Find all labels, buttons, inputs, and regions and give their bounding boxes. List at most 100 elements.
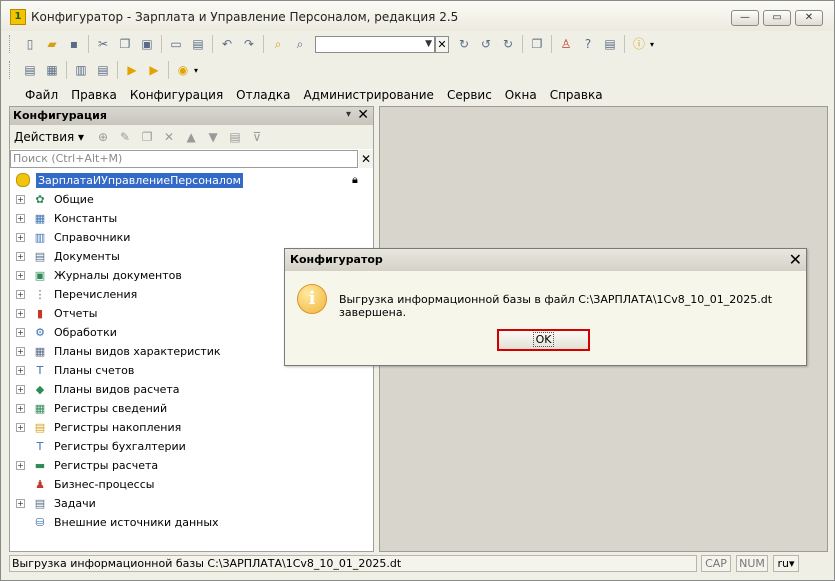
db-config-icon[interactable]: ▤ — [95, 62, 111, 78]
expand-icon[interactable]: + — [16, 271, 25, 280]
expand-icon[interactable]: + — [16, 499, 25, 508]
chevron-down-icon[interactable]: ▼ — [425, 37, 432, 52]
ok-button[interactable]: OK — [497, 329, 590, 351]
menu-file[interactable]: Файл — [25, 88, 58, 102]
tree-item[interactable]: + Т Планы счетов — [16, 361, 134, 380]
replace-icon[interactable]: ↻ — [500, 36, 516, 52]
sort-icon[interactable]: ▤ — [227, 129, 243, 145]
context-help-icon[interactable]: ? — [580, 36, 596, 52]
expand-icon[interactable]: + — [16, 233, 25, 242]
actions-menu-button[interactable]: Действия ▾ — [14, 130, 84, 144]
toolbar-grip-2[interactable] — [9, 61, 13, 79]
tree-item[interactable]: + ▦ Регистры сведений — [16, 399, 167, 418]
expand-icon[interactable]: + — [16, 290, 25, 299]
expand-icon[interactable]: + — [16, 252, 25, 261]
dialog-title: Конфигуратор — [290, 253, 383, 266]
start-debug-icon[interactable]: ▶ — [124, 62, 140, 78]
menu-configuration[interactable]: Конфигурация — [130, 88, 223, 102]
expand-icon[interactable]: + — [16, 328, 25, 337]
tree-item[interactable]: + ▣ Журналы документов — [16, 266, 182, 285]
update-db-icon[interactable]: ▥ — [73, 62, 89, 78]
new-file-icon[interactable]: ▯ — [22, 36, 38, 52]
save-icon[interactable]: ▪ — [66, 36, 82, 52]
panel-close-icon[interactable]: ✕ — [357, 107, 369, 123]
start-client-icon[interactable]: ▶ — [146, 62, 162, 78]
tree-item[interactable]: + ◆ Планы видов расчета — [16, 380, 180, 399]
panel-search-clear-icon[interactable]: ✕ — [359, 150, 373, 168]
copy-icon[interactable]: ❐ — [117, 36, 133, 52]
expand-icon[interactable]: + — [16, 366, 25, 375]
dialog-close-icon[interactable]: ✕ — [789, 250, 802, 269]
expand-icon[interactable]: + — [16, 461, 25, 470]
expand-icon[interactable]: + — [16, 385, 25, 394]
menu-service[interactable]: Сервис — [447, 88, 492, 102]
undo-icon[interactable]: ↶ — [219, 36, 235, 52]
toolbar-overflow-icon[interactable]: ▾ — [650, 40, 654, 49]
expand-icon[interactable]: + — [16, 195, 25, 204]
debug-menu-icon[interactable]: ◉ — [175, 62, 191, 78]
panel-actions-bar: Действия ▾ ⊕ ✎ ❐ ✕ ▲ ▼ ▤ ⊽ — [10, 125, 373, 149]
tree-item[interactable]: + ▤ Документы — [16, 247, 120, 266]
tree-item[interactable]: + ▤ Регистры накопления — [16, 418, 181, 437]
add-icon[interactable]: ⊕ — [95, 129, 111, 145]
tree-item[interactable]: Т Регистры бухгалтерии — [16, 437, 186, 456]
tree-item[interactable]: + ▦ Константы — [16, 209, 117, 228]
tree-item[interactable]: + ▦ Планы видов характеристик — [16, 342, 221, 361]
print-icon[interactable]: ▭ — [168, 36, 184, 52]
menu-help[interactable]: Справка — [550, 88, 603, 102]
tree-item[interactable]: + ▬ Регистры расчета — [16, 456, 158, 475]
clear-search-button[interactable]: ✕ — [435, 35, 449, 53]
find-prev-icon[interactable]: ↺ — [478, 36, 494, 52]
paste-icon[interactable]: ▣ — [139, 36, 155, 52]
windows-icon[interactable]: ❐ — [529, 36, 545, 52]
minimize-button[interactable]: — — [731, 10, 759, 26]
tree-item[interactable]: ⛁ Внешние источники данных — [16, 513, 218, 532]
tree-item[interactable]: + ✿ Общие — [16, 190, 94, 209]
expand-icon[interactable]: + — [16, 309, 25, 318]
panel-search-input[interactable]: Поиск (Ctrl+Alt+M) — [10, 150, 358, 168]
menu-administration[interactable]: Администрирование — [304, 88, 434, 102]
delete-icon[interactable]: ✕ — [161, 129, 177, 145]
syntax-helper-icon[interactable]: ▤ — [602, 36, 618, 52]
open-folder-icon[interactable]: ▰ — [44, 36, 60, 52]
tree-item[interactable]: ♟ Бизнес-процессы — [16, 475, 154, 494]
expand-icon[interactable]: + — [16, 347, 25, 356]
tree-item[interactable]: + ▮ Отчеты — [16, 304, 97, 323]
tree-item-label: Журналы документов — [54, 269, 182, 282]
redo-icon[interactable]: ↷ — [241, 36, 257, 52]
move-up-icon[interactable]: ▲ — [183, 129, 199, 145]
expand-icon[interactable]: + — [16, 404, 25, 413]
copy-item-icon[interactable]: ❐ — [139, 129, 155, 145]
pin-icon[interactable]: ▾ — [346, 109, 351, 120]
expand-icon[interactable]: + — [16, 214, 25, 223]
info-registers-icon: ▦ — [34, 401, 46, 415]
expand-icon[interactable]: + — [16, 423, 25, 432]
maximize-button[interactable]: ▭ — [763, 10, 791, 26]
search-combo-input[interactable]: ▼ — [315, 35, 435, 53]
menu-debug[interactable]: Отладка — [236, 88, 290, 102]
find-icon[interactable]: ⌕ — [270, 36, 286, 52]
tree-item[interactable]: + ⚙ Обработки — [16, 323, 117, 342]
find-in-files-icon[interactable]: ⌕ — [292, 36, 308, 52]
print-preview-icon[interactable]: ▤ — [190, 36, 206, 52]
move-down-icon[interactable]: ▼ — [205, 129, 221, 145]
tree-item[interactable]: + ⋮ Перечисления — [16, 285, 137, 304]
toolbar-grip[interactable] — [9, 35, 13, 53]
open-config-icon[interactable]: ▤ — [22, 62, 38, 78]
tree-root[interactable]: ЗарплатаИУправлениеПерсоналом — [16, 171, 243, 189]
language-indicator[interactable]: ru▾ — [773, 555, 799, 572]
compare-config-icon[interactable]: ▦ — [44, 62, 60, 78]
cut-icon[interactable]: ✂ — [95, 36, 111, 52]
processors-icon: ⚙ — [35, 325, 45, 339]
close-button[interactable]: ✕ — [795, 10, 823, 26]
tree-item[interactable]: + ▤ Задачи — [16, 494, 96, 513]
info-toolbar-icon[interactable]: ⓘ — [631, 36, 647, 52]
menu-edit[interactable]: Правка — [71, 88, 117, 102]
toolbar-overflow-icon-2[interactable]: ▾ — [194, 66, 198, 75]
assistant-icon[interactable]: ♙ — [558, 36, 574, 52]
menu-windows[interactable]: Окна — [505, 88, 537, 102]
tree-item[interactable]: + ▥ Справочники — [16, 228, 130, 247]
edit-icon[interactable]: ✎ — [117, 129, 133, 145]
find-next-icon[interactable]: ↻ — [456, 36, 472, 52]
filter-icon[interactable]: ⊽ — [249, 129, 265, 145]
